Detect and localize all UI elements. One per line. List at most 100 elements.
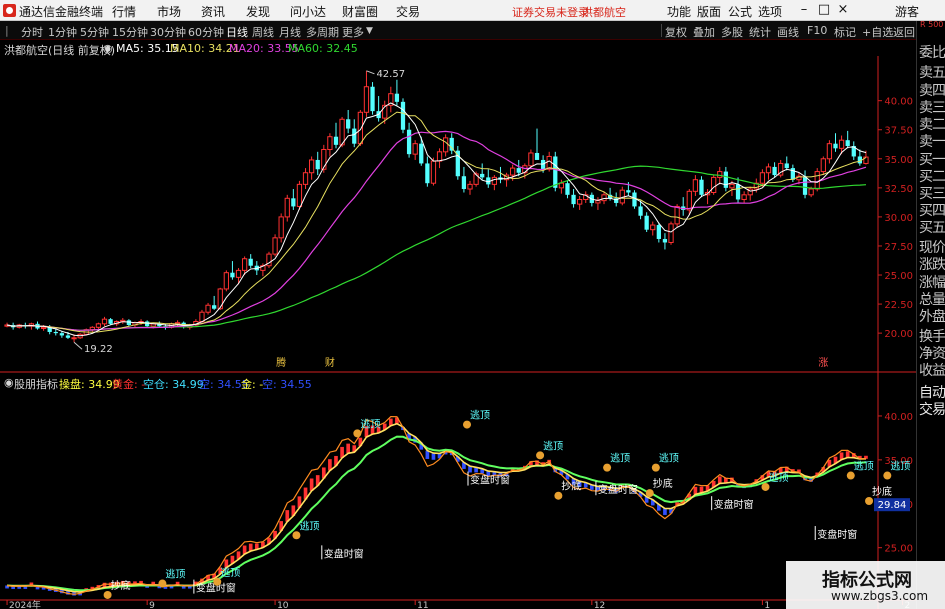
menu-ask-xiaoda[interactable]: 问小达 — [290, 3, 326, 20]
signal-label: 逃顶 — [610, 452, 630, 465]
trade-login-status[interactable]: 证券交易未登录 — [512, 4, 589, 20]
candle-body-down — [291, 198, 296, 207]
candle-body-down — [108, 319, 113, 324]
label-net-assets: 净资 — [919, 346, 945, 362]
options-button[interactable]: 选项 — [758, 3, 782, 20]
more-chevron-down-icon[interactable]: ▼ — [366, 26, 373, 36]
candle-body-down — [425, 163, 430, 184]
event-marker: 财 — [325, 356, 335, 369]
tab-60min[interactable]: 60分钟 — [188, 24, 224, 40]
candle-body-up — [363, 86, 370, 113]
tab-daily[interactable]: 日线 — [226, 24, 248, 40]
candle-body-down — [784, 163, 789, 169]
menu-news[interactable]: 资讯 — [201, 3, 225, 20]
indicator-chart[interactable]: 抄底逃顶变盘时窗逃顶逃顶变盘时窗逃顶逃顶变盘时窗逃顶抄底 变盘时窗逃顶 逃顶抄底变盘… — [5, 409, 916, 599]
candle-body-up — [759, 172, 766, 184]
candle-body-down — [735, 184, 741, 200]
tab-1min[interactable]: 1分钟 — [48, 24, 77, 40]
label-volume: 总量 — [919, 292, 945, 308]
indicator-ytick-label: 25.00 — [884, 544, 913, 555]
overlay-button[interactable]: 叠加 — [693, 24, 715, 40]
toolbar-collapse-icon[interactable]: | — [5, 24, 9, 37]
candle-body-down — [656, 225, 661, 239]
auto-trade-button-line1[interactable]: 自动 — [919, 386, 945, 400]
multi-stock-button[interactable]: 多股 — [721, 24, 743, 40]
label-bid2: 买二 — [919, 169, 945, 185]
candle-body-up — [826, 143, 833, 160]
candle-body-down — [65, 335, 71, 338]
back-button[interactable]: 返回 — [893, 24, 915, 40]
menu-discover[interactable]: 发现 — [246, 3, 270, 20]
signal-dot — [292, 531, 301, 540]
candle-body-up — [241, 258, 248, 271]
signal-label: 变盘时窗 — [714, 498, 754, 511]
candle-body-up — [235, 269, 242, 278]
signal-label: 逃顶 — [659, 452, 679, 465]
app-logo-icon — [3, 4, 16, 17]
candle-body-up — [296, 183, 303, 207]
event-marker: 涨 — [818, 357, 828, 369]
label-outer-volume: 外盘 — [919, 309, 945, 325]
f10-button[interactable]: F10 — [807, 24, 827, 37]
candle-body-up — [95, 323, 102, 328]
annotation-leader — [366, 70, 375, 75]
candle-body-down — [449, 137, 454, 151]
candle-body-down — [480, 173, 485, 178]
close-icon[interactable]: × — [836, 2, 850, 17]
menu-quotes[interactable]: 行情 — [112, 3, 136, 20]
mark-button[interactable]: 标记 — [834, 24, 856, 40]
candle-body-up — [814, 171, 820, 190]
tab-multi-period[interactable]: 多周期 — [306, 24, 339, 40]
signal-label: 逃顶 — [470, 409, 490, 422]
ma10-line — [6, 111, 867, 333]
signal-label: 变盘时窗 — [817, 528, 857, 541]
layout-button[interactable]: 版面 — [697, 3, 721, 20]
add-watchlist-button[interactable]: +自选 — [862, 24, 893, 40]
xtick-label: 10 — [277, 601, 289, 609]
guest-user-button[interactable]: 游客 — [895, 3, 919, 20]
xtick-label: 12 — [594, 601, 605, 609]
formula-button[interactable]: 公式 — [728, 3, 752, 20]
tab-monthly[interactable]: 月线 — [279, 24, 301, 40]
candle-body-up — [430, 160, 437, 184]
signal-dot — [883, 471, 892, 480]
ma5-line — [6, 102, 867, 337]
menu-trade[interactable]: 交易 — [396, 3, 420, 20]
maximize-icon[interactable]: □ — [817, 2, 831, 17]
xtick-label: 2024年 — [9, 599, 41, 609]
candle-body-up — [223, 272, 229, 290]
signal-label: 逃顶 — [543, 439, 563, 452]
candle-body-down — [802, 176, 808, 195]
tab-weekly[interactable]: 周线 — [252, 24, 274, 40]
candle-body-up — [650, 224, 656, 231]
function-button[interactable]: 功能 — [667, 3, 691, 20]
label-bid5: 买五 — [919, 220, 945, 236]
tab-30min[interactable]: 30分钟 — [150, 24, 186, 40]
watermark-badge: 指标公式网 www.zbgs3.com — [786, 561, 945, 609]
tab-more[interactable]: 更多 — [342, 24, 364, 40]
signal-label: 变盘时窗 — [324, 547, 364, 560]
auto-trade-button-line2[interactable]: 交易 — [919, 403, 945, 417]
tab-5min[interactable]: 5分钟 — [80, 24, 109, 40]
draw-line-button[interactable]: 画线 — [777, 24, 799, 40]
tab-15min[interactable]: 15分钟 — [112, 24, 148, 40]
xtick-label: 11 — [417, 601, 428, 609]
adjust-button[interactable]: 复权 — [665, 24, 687, 40]
candle-body-down — [833, 143, 838, 149]
ma-settings-icon[interactable]: ◉ — [103, 42, 113, 55]
label-ask5: 卖五 — [919, 65, 945, 81]
watermark-url: www.zbgs3.com — [831, 589, 929, 603]
menu-wealth-circle[interactable]: 财富圈 — [342, 3, 378, 20]
ma60-label: MA60: 32.45 — [288, 42, 358, 55]
candle-body-down — [333, 136, 339, 145]
menu-market[interactable]: 市场 — [157, 3, 181, 20]
stats-button[interactable]: 统计 — [749, 24, 771, 40]
candlestick-chart[interactable]: 42.57 19.22 腾 财 涨 — [4, 69, 869, 369]
chart-canvas[interactable]: 40.00 37.50 35.00 32.50 30.00 27.50 25.00 22.50… — [0, 56, 916, 609]
minimize-icon[interactable]: – — [797, 2, 811, 17]
candle-body-up — [838, 139, 845, 149]
candle-body-up — [692, 179, 699, 192]
candle-body-up — [674, 205, 680, 225]
tab-intraday[interactable]: 分时 — [21, 24, 43, 40]
annotation-leader — [73, 341, 83, 350]
